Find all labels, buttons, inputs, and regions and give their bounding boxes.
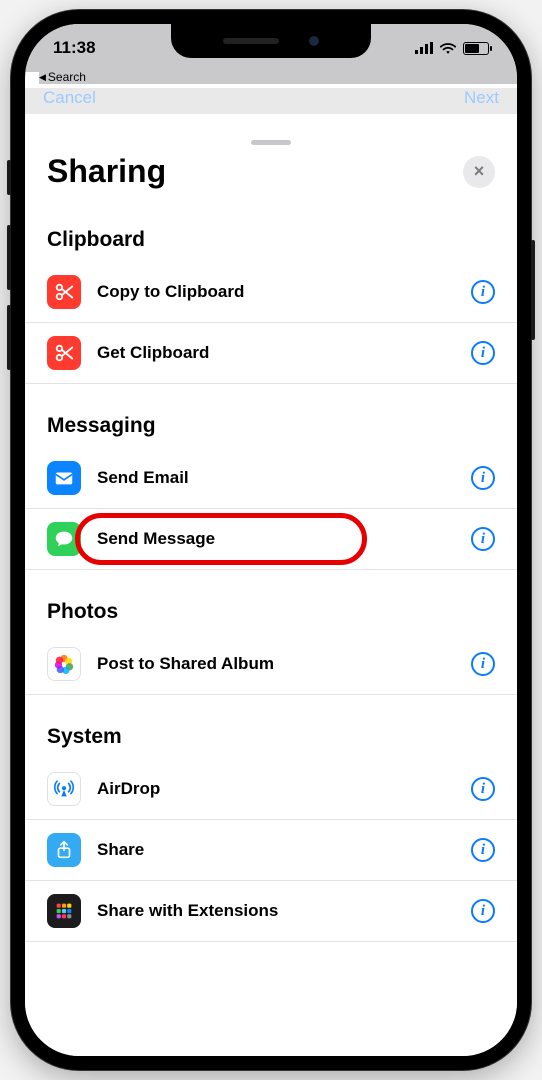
scissors-icon — [47, 336, 81, 370]
row-label: Copy to Clipboard — [97, 282, 455, 302]
row-copy-to-clipboard[interactable]: Copy to Clipboard i — [25, 262, 517, 323]
info-button[interactable]: i — [471, 777, 495, 801]
sheet-title: Sharing — [47, 153, 166, 190]
battery-icon — [463, 42, 489, 55]
mail-icon — [47, 461, 81, 495]
info-button[interactable]: i — [471, 466, 495, 490]
share-icon — [47, 833, 81, 867]
info-icon: i — [481, 903, 485, 920]
info-icon: i — [481, 284, 485, 301]
section-header-photos: Photos — [25, 570, 517, 634]
info-button[interactable]: i — [471, 899, 495, 923]
scissors-icon — [47, 275, 81, 309]
phone-frame: 11:38 Search Cancel Next — [11, 10, 531, 1070]
photos-icon — [47, 647, 81, 681]
sheet-grabber[interactable] — [251, 140, 291, 145]
row-label: Share — [97, 840, 455, 860]
info-button[interactable]: i — [471, 838, 495, 862]
section-header-messaging: Messaging — [25, 384, 517, 448]
info-icon: i — [481, 470, 485, 487]
info-icon: i — [481, 842, 485, 859]
row-label: AirDrop — [97, 779, 455, 799]
back-breadcrumb[interactable]: Search — [39, 70, 517, 84]
mute-switch — [7, 160, 11, 195]
row-get-clipboard[interactable]: Get Clipboard i — [25, 323, 517, 384]
message-icon — [47, 522, 81, 556]
nav-next: Next — [464, 88, 499, 114]
info-button[interactable]: i — [471, 652, 495, 676]
status-indicators — [415, 42, 489, 55]
notch — [171, 24, 371, 58]
extensions-grid-icon — [47, 894, 81, 928]
info-icon: i — [481, 345, 485, 362]
row-label: Send Email — [97, 468, 455, 488]
speaker-grille — [223, 38, 279, 44]
row-share-extensions[interactable]: Share with Extensions i — [25, 881, 517, 942]
close-button[interactable]: × — [463, 156, 495, 188]
row-label: Share with Extensions — [97, 901, 455, 921]
info-icon: i — [481, 531, 485, 548]
nav-cancel: Cancel — [43, 88, 96, 114]
wifi-icon — [439, 42, 457, 55]
info-button[interactable]: i — [471, 341, 495, 365]
sheet-header: Sharing × — [25, 151, 517, 212]
row-share[interactable]: Share i — [25, 820, 517, 881]
close-icon: × — [474, 161, 485, 182]
front-camera — [309, 36, 319, 46]
info-button[interactable]: i — [471, 527, 495, 551]
background-nav: Cancel Next — [25, 88, 517, 114]
cellular-signal-icon — [415, 42, 433, 54]
volume-down-button — [7, 305, 11, 370]
row-label: Send Message — [97, 529, 455, 549]
sharing-sheet: Sharing × Clipboard Copy to Clipboard — [25, 128, 517, 1056]
info-icon: i — [481, 656, 485, 673]
info-icon: i — [481, 781, 485, 798]
row-label: Post to Shared Album — [97, 654, 455, 674]
section-header-system: System — [25, 695, 517, 759]
status-time: 11:38 — [53, 38, 96, 58]
screen: 11:38 Search Cancel Next — [25, 24, 517, 1056]
section-header-clipboard: Clipboard — [25, 212, 517, 262]
airdrop-icon — [47, 772, 81, 806]
row-send-message[interactable]: Send Message i — [25, 509, 517, 570]
power-button — [531, 240, 535, 340]
back-breadcrumb-label: Search — [48, 70, 86, 84]
row-send-email[interactable]: Send Email i — [25, 448, 517, 509]
volume-up-button — [7, 225, 11, 290]
info-button[interactable]: i — [471, 280, 495, 304]
row-post-shared-album[interactable]: Post to Shared Album i — [25, 634, 517, 695]
row-airdrop[interactable]: AirDrop i — [25, 759, 517, 820]
row-label: Get Clipboard — [97, 343, 455, 363]
